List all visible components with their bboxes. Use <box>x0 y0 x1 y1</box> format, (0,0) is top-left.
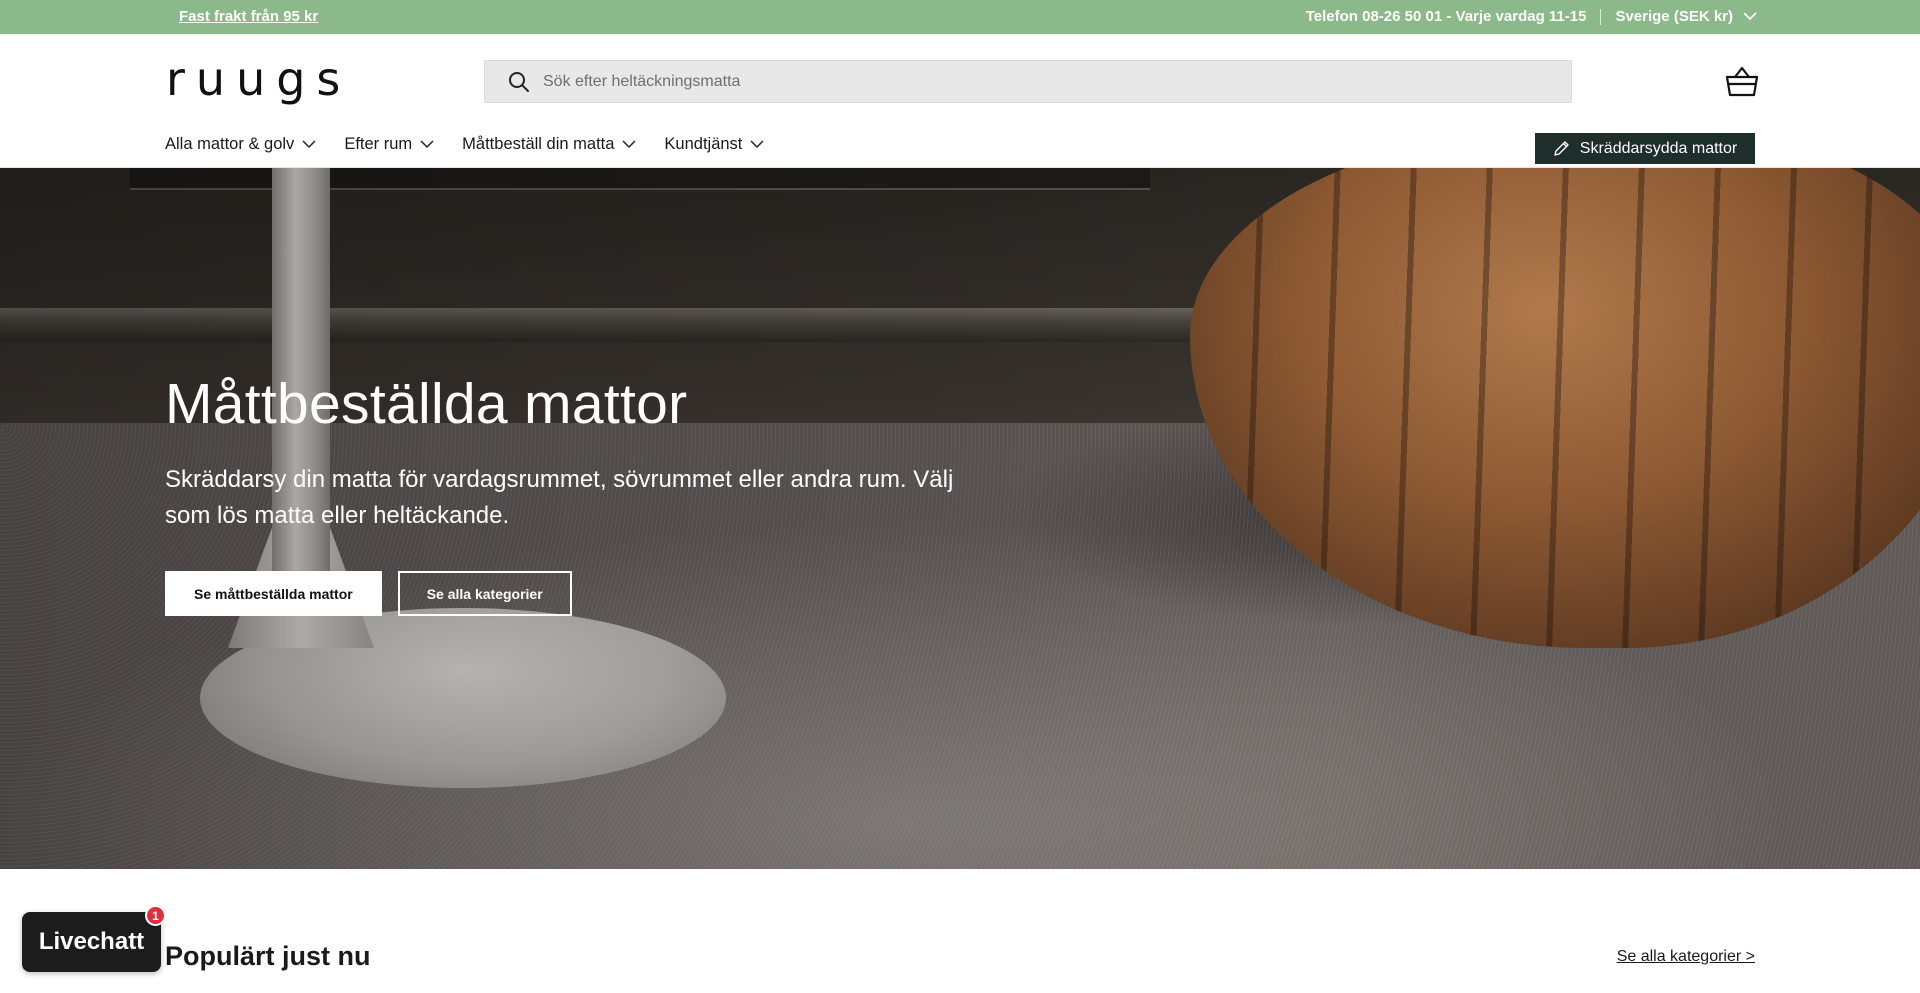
search-input[interactable] <box>543 61 1571 102</box>
announcement-bar: Fast frakt från 95 kr Telefon 08-26 50 0… <box>0 0 1920 34</box>
nav-label: Måttbeställ din matta <box>462 135 615 153</box>
chevron-down-icon <box>1743 12 1757 21</box>
hero-banner: Måttbeställda mattor Skräddarsy din matt… <box>0 168 1920 869</box>
chevron-down-icon <box>302 140 316 149</box>
nav-item-custom-rug[interactable]: Måttbeställ din matta <box>462 135 636 154</box>
see-all-categories-button[interactable]: Se alla kategorier <box>397 571 572 616</box>
nav-label: Efter rum <box>344 135 413 153</box>
nav-label: Kundtjänst <box>664 135 743 153</box>
hero-title: Måttbeställda mattor <box>165 372 688 436</box>
nav-item-by-room[interactable]: Efter rum <box>344 135 434 154</box>
pencil-icon <box>1554 141 1569 156</box>
free-shipping-link[interactable]: Fast frakt från 95 kr <box>179 8 318 25</box>
popular-section-title: Populärt just nu <box>165 941 371 971</box>
notification-badge: 1 <box>145 905 166 926</box>
chevron-down-icon <box>622 140 636 149</box>
nav-label: Alla mattor & golv <box>165 135 295 153</box>
see-all-categories-link[interactable]: Se alla kategorier > <box>1617 948 1755 966</box>
logo[interactable]: ruugs <box>166 56 351 102</box>
search-icon <box>509 71 529 92</box>
search-bar[interactable] <box>484 60 1572 103</box>
site-header: ruugs Alla mattor & golv Efter rum Måttb… <box>0 34 1920 168</box>
chevron-down-icon <box>750 140 764 149</box>
hero-text: Måttbeställda mattor Skräddarsy din matt… <box>165 372 1005 534</box>
hero-buttons: Se måttbeställda mattor Se alla kategori… <box>165 571 572 616</box>
country-label: Sverige (SEK kr) <box>1615 8 1733 25</box>
basket-icon[interactable] <box>1724 64 1760 100</box>
topbar-right: Telefon 08-26 50 01 - Varje vardag 11-15… <box>1306 8 1757 25</box>
livechat-button[interactable]: Livechatt <box>22 912 161 972</box>
phone-info: Telefon 08-26 50 01 - Varje vardag 11-15 <box>1305 8 1587 25</box>
tailored-rugs-label: Skräddarsydda mattor <box>1579 139 1738 157</box>
main-nav: Alla mattor & golv Efter rum Måttbeställ… <box>165 135 792 154</box>
nav-item-all-rugs[interactable]: Alla mattor & golv <box>165 135 316 154</box>
hero-subtitle: Skräddarsy din matta för vardagsrummet, … <box>165 465 954 529</box>
divider <box>1600 8 1602 25</box>
country-selector[interactable]: Sverige (SEK kr) <box>1615 8 1757 25</box>
tailored-rugs-button[interactable]: Skräddarsydda mattor <box>1535 133 1755 164</box>
nav-item-customer-service[interactable]: Kundtjänst <box>664 135 764 154</box>
chevron-down-icon <box>420 140 434 149</box>
see-custom-rugs-button[interactable]: Se måttbeställda mattor <box>165 571 382 616</box>
